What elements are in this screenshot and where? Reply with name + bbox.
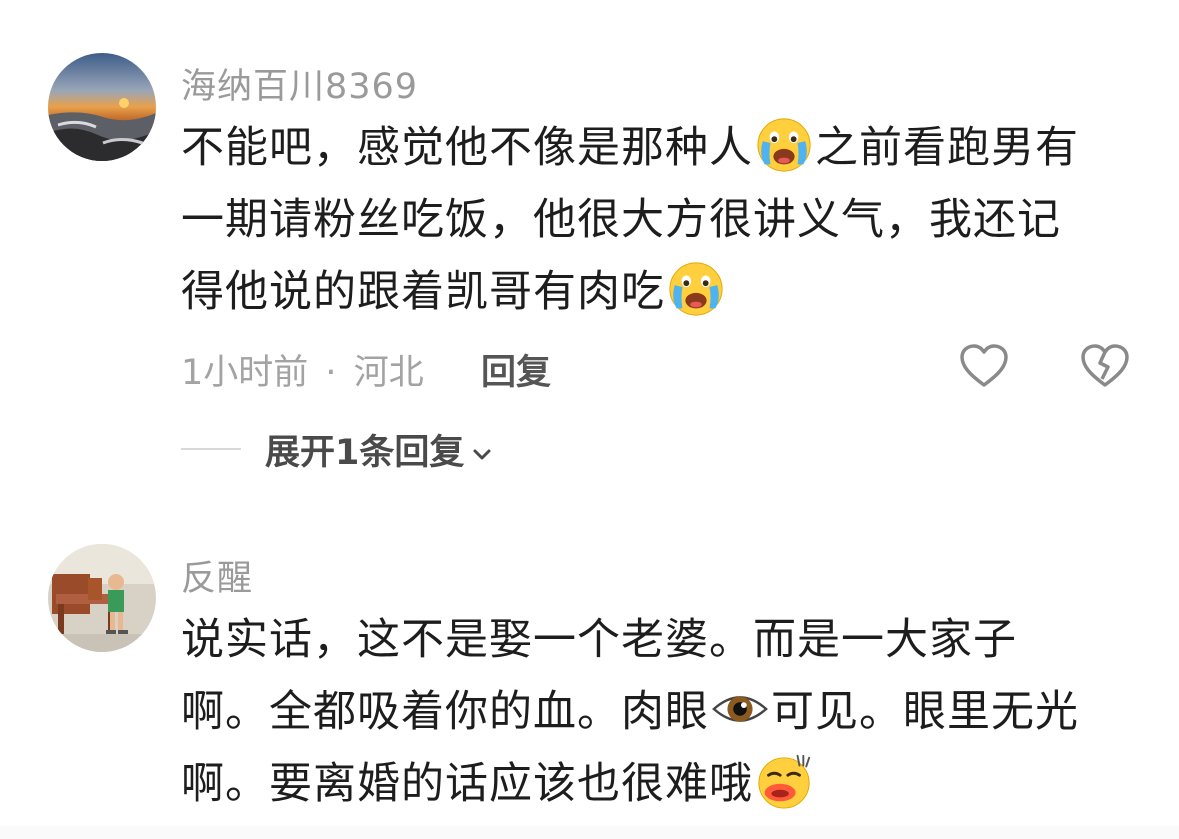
comment-text-segment: 啊。要离婚的话应该也很难哦	[181, 759, 753, 809]
timestamp: 1小时前	[181, 353, 309, 393]
expand-replies-button[interactable]: 展开1条回复	[265, 424, 494, 475]
next-comment-edge	[0, 826, 1179, 839]
crying-face-emoji-icon	[757, 117, 811, 172]
eye-emoji-icon	[712, 695, 768, 722]
divider	[181, 448, 241, 450]
comment-text-segment: 可见。眼里无光	[771, 687, 1079, 737]
comment-text-segment: 得他说的跟着凯哥有肉吃	[181, 267, 665, 317]
comment-text-segment: 啊。全都吸着你的血。肉眼	[181, 687, 709, 737]
comment-item: 海纳百川8369 不能吧，感觉他不像是那种人 之前看跑男有 一期请粉丝吃饭，他很…	[0, 0, 1179, 500]
comment-meta: 1小时前 · 河北	[181, 344, 424, 395]
broken-heart-icon[interactable]	[1080, 343, 1130, 389]
heart-icon[interactable]	[959, 343, 1009, 389]
chevron-down-icon	[473, 449, 491, 460]
crying-face-emoji-icon	[669, 261, 723, 316]
comment-item: 反醒 说实话，这不是娶一个老婆。而是一大家子 啊。全都吸着你的血。肉眼 可见。眼…	[0, 500, 1179, 839]
location: 河北	[353, 353, 424, 393]
username[interactable]: 反醒	[181, 550, 253, 601]
reply-button[interactable]: 回复	[481, 344, 551, 395]
expand-replies-label: 展开1条回复	[265, 433, 465, 473]
comment-text-segment: 一期请粉丝吃饭，他很大方很讲义气，我还记	[181, 195, 1061, 245]
avatar[interactable]	[48, 544, 156, 652]
comment-text-segment: 不能吧，感觉他不像是那种人	[181, 123, 753, 173]
comment-text-segment: 说实话，这不是娶一个老婆。而是一大家子	[181, 615, 1017, 665]
child-photo-avatar-image	[48, 544, 156, 652]
yawning-face-emoji-icon	[758, 754, 811, 809]
comment-body: 不能吧，感觉他不像是那种人 之前看跑男有 一期请粉丝吃饭，他很大方很讲义气，我还…	[181, 112, 1131, 328]
comment-text-segment: 之前看跑男有	[815, 123, 1079, 173]
meta-separator: ·	[325, 353, 337, 393]
avatar[interactable]	[48, 53, 156, 161]
username[interactable]: 海纳百川8369	[181, 58, 418, 109]
comment-body: 说实话，这不是娶一个老婆。而是一大家子 啊。全都吸着你的血。肉眼 可见。眼里无光…	[181, 604, 1131, 820]
sunrise-mountain-avatar-image	[48, 53, 156, 161]
